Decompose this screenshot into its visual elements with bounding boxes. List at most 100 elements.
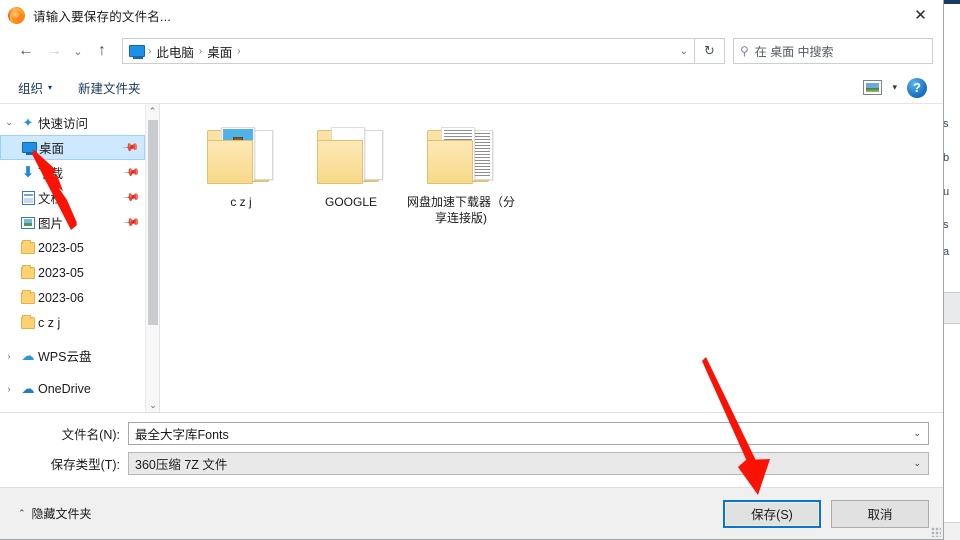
save-button[interactable]: 保存(S)	[723, 499, 821, 528]
list-item-label: GOOGLE	[324, 195, 377, 209]
list-item-label: c z j	[230, 195, 252, 209]
up-button[interactable]: ↑	[88, 37, 116, 65]
new-folder-button[interactable]: 新建文件夹	[78, 78, 141, 97]
resize-grip[interactable]	[931, 527, 941, 537]
title-bar: 请输入要保存的文件名... ✕	[0, 0, 943, 30]
new-folder-label: 新建文件夹	[78, 82, 141, 96]
sidebar-item-folder[interactable]: c z j	[0, 310, 145, 335]
sidebar-item-label: 2023-05	[38, 265, 84, 280]
expander-icon[interactable]: ›	[0, 351, 18, 361]
forward-button[interactable]: →	[40, 37, 68, 65]
scroll-up-icon[interactable]: ⌃	[146, 104, 159, 118]
list-item[interactable]: 网盘加速下载器（分享连接版)	[406, 118, 516, 226]
navigation-tree: ⌄ ✦ 快速访问 桌面 📌 ⬇ 下载 📌 文档 📌 图片 📌 2023-05 2…	[0, 104, 145, 412]
expander-icon[interactable]: ›	[0, 384, 18, 394]
folder-icon	[18, 314, 38, 329]
firefox-icon	[8, 6, 25, 24]
folder-icon	[18, 264, 38, 279]
address-bar[interactable]: › 此电脑 › 桌面 › ⌄	[122, 38, 695, 64]
chevron-up-icon: ⌃	[18, 508, 26, 518]
refresh-button[interactable]: ↻	[695, 38, 725, 64]
hide-folders-label: 隐藏文件夹	[31, 507, 92, 521]
background-text-fragment: s	[943, 118, 949, 130]
onedrive-cloud-icon: ☁	[21, 380, 35, 396]
scroll-down-icon[interactable]: ⌄	[146, 398, 159, 412]
background-status-bar	[942, 522, 960, 540]
pin-icon[interactable]: 📌	[122, 138, 141, 157]
sidebar-item-label: 桌面	[39, 142, 65, 156]
filename-row: 文件名(N): 最全大字库Fonts ⌄	[0, 421, 929, 445]
sidebar-item-pictures[interactable]: 图片 📌	[0, 210, 145, 235]
chevron-down-icon[interactable]: ⌄	[913, 428, 921, 439]
sidebar-scrollbar[interactable]: ⌃ ⌄	[145, 104, 159, 412]
background-text-fragment: b	[943, 152, 950, 164]
sidebar-item-folder[interactable]: 2023-05	[0, 260, 145, 285]
sidebar-item-desktop[interactable]: 桌面 📌	[0, 135, 145, 160]
expander-icon[interactable]: ⌄	[0, 117, 18, 128]
background-top-bar	[942, 0, 960, 4]
sidebar-item-label: 2023-05	[38, 240, 84, 255]
filename-input[interactable]: 最全大字库Fonts ⌄	[128, 421, 929, 445]
pictures-icon	[18, 216, 38, 229]
breadcrumb-item-this-pc[interactable]: 此电脑	[152, 42, 198, 61]
folder-preview-app-icon	[205, 124, 277, 186]
view-mode-icon[interactable]	[863, 80, 883, 95]
filename-label: 文件名(N):	[61, 427, 120, 442]
file-form: 文件名(N): 最全大字库Fonts ⌄ 保存类型(T): 360压缩 7Z 文…	[0, 413, 943, 487]
sidebar-item-onedrive[interactable]: › ☁ OneDrive	[0, 376, 145, 401]
command-bar-right: ▾ ?	[863, 77, 935, 98]
sidebar-item-label: 文档	[38, 192, 64, 206]
help-button[interactable]: ?	[907, 77, 927, 98]
search-placeholder: 在 桌面 中搜索	[754, 44, 834, 59]
filetype-select[interactable]: 360压缩 7Z 文件 ⌄	[128, 451, 929, 475]
command-bar: 组织 ▾ 新建文件夹 ▾ ?	[0, 72, 943, 104]
pin-icon[interactable]: 📌	[123, 188, 142, 207]
folder-preview-doc-icon: ∿	[315, 124, 387, 186]
sidebar-item-folder[interactable]: 2023-06	[0, 285, 145, 310]
list-item[interactable]: ∿ GOOGLE	[296, 118, 406, 226]
background-right-panel: s b u s a	[942, 0, 960, 540]
sidebar-item-downloads[interactable]: ⬇ 下载 📌	[0, 160, 145, 185]
background-text-fragment: a	[943, 246, 950, 258]
background-text-fragment: s	[943, 219, 949, 231]
organize-label: 组织	[18, 82, 44, 96]
download-icon: ⬇	[21, 164, 35, 181]
organize-button[interactable]: 组织 ▾	[18, 78, 52, 97]
sidebar-item-wps-cloud[interactable]: › ☁ WPS云盘	[0, 343, 145, 368]
footer-buttons: 保存(S) 取消	[723, 499, 929, 528]
recent-locations-button[interactable]: ⌄	[68, 37, 88, 65]
chevron-down-icon[interactable]: ⌄	[680, 46, 688, 57]
back-button[interactable]: ←	[12, 37, 40, 65]
list-item[interactable]: c z j	[186, 118, 296, 226]
chevron-down-icon[interactable]: ⌄	[913, 458, 921, 469]
chevron-down-icon[interactable]: ▾	[892, 82, 897, 93]
sidebar-item-label: c z j	[38, 315, 61, 330]
sidebar-item-label: 2023-06	[38, 290, 84, 305]
folder-icon	[18, 289, 38, 304]
sidebar-item-label: OneDrive	[38, 381, 91, 396]
background-grey-band	[942, 293, 960, 323]
window-title: 请输入要保存的文件名...	[33, 9, 172, 24]
sidebar-group-quick-access[interactable]: ⌄ ✦ 快速访问	[0, 110, 145, 135]
pin-icon[interactable]: 📌	[123, 163, 142, 182]
search-input[interactable]: ⚲ 在 桌面 中搜索	[733, 38, 933, 64]
hide-folders-toggle[interactable]: ⌃ 隐藏文件夹	[18, 505, 92, 522]
breadcrumb-item-desktop[interactable]: 桌面	[203, 42, 236, 61]
list-item-label: 网盘加速下载器（分享连接版)	[407, 195, 516, 225]
this-pc-monitor-icon	[129, 45, 145, 59]
sidebar-item-label: 下载	[38, 167, 64, 181]
navigation-pane: ⌄ ✦ 快速访问 桌面 📌 ⬇ 下载 📌 文档 📌 图片 📌 2023-05 2…	[0, 104, 160, 412]
chevron-down-icon: ▾	[48, 83, 53, 92]
close-icon[interactable]: ✕	[898, 0, 943, 30]
sidebar-item-documents[interactable]: 文档 📌	[0, 185, 145, 210]
navigation-bar: ← → ⌄ ↑ › 此电脑 › 桌面 › ⌄ ↻ ⚲ 在 桌面 中搜索	[0, 30, 943, 72]
file-list[interactable]: c z j ∿ GOOGLE 网盘加速下载器（分享连接版)	[160, 104, 943, 412]
breadcrumb-separator: ›	[237, 45, 241, 57]
sidebar-item-folder[interactable]: 2023-05	[0, 235, 145, 260]
background-divider	[942, 292, 960, 293]
pin-icon[interactable]: 📌	[123, 213, 142, 232]
background-divider	[942, 323, 960, 324]
save-file-dialog: 请输入要保存的文件名... ✕ ← → ⌄ ↑ › 此电脑 › 桌面 › ⌄ ↻…	[0, 0, 944, 540]
scrollbar-thumb[interactable]	[148, 120, 158, 325]
cancel-button[interactable]: 取消	[831, 499, 929, 528]
